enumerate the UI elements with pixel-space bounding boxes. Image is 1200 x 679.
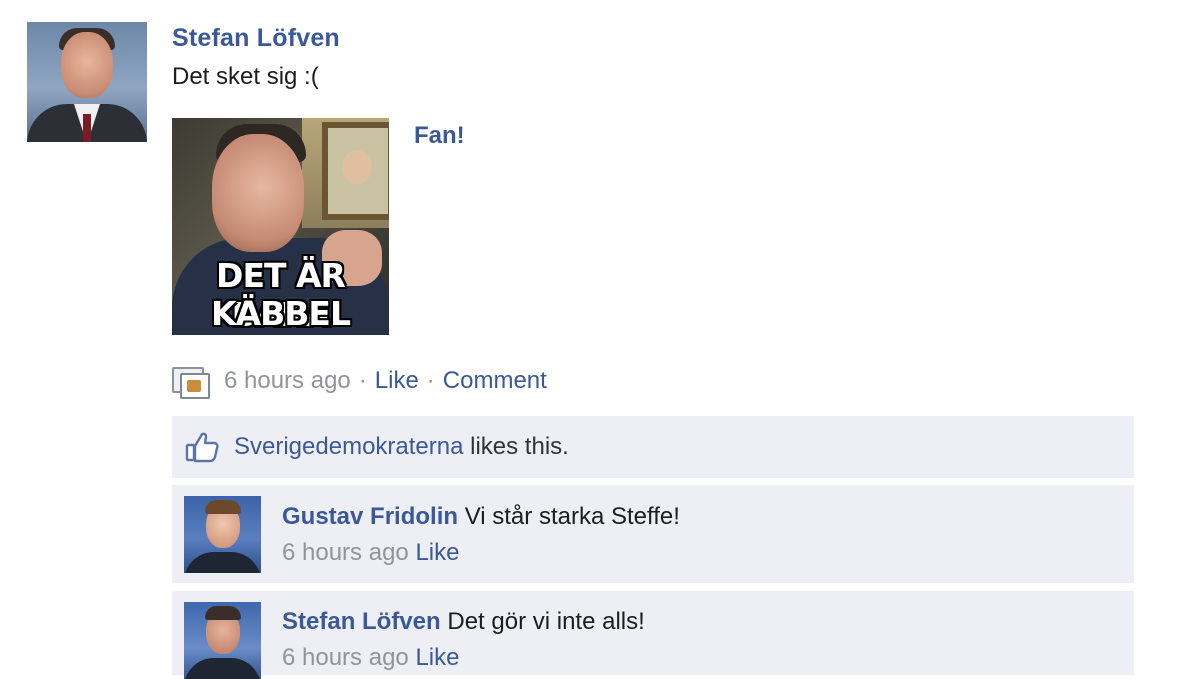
photos-icon: [172, 365, 210, 399]
comment-author-avatar[interactable]: [184, 496, 261, 573]
comment-author-name[interactable]: Gustav Fridolin: [282, 503, 458, 530]
meme-caption-line2: KÄBBEL: [211, 294, 351, 333]
avatar-tie: [83, 114, 91, 142]
comment-item: Gustav Fridolin Vi står starka Steffe! 6…: [172, 485, 1134, 583]
comment-like-link[interactable]: Like: [415, 539, 459, 566]
comment-content: Gustav Fridolin Vi står starka Steffe!: [282, 503, 680, 531]
meta-separator: ·: [358, 367, 367, 394]
avatar-hair: [205, 606, 241, 620]
avatar-suit: [184, 658, 261, 679]
likes-summary: Sverigedemokraterna likes this.: [172, 416, 1134, 478]
comment-author-name[interactable]: Stefan Löfven: [282, 608, 441, 635]
comment-timestamp[interactable]: 6 hours ago: [282, 539, 409, 566]
portrait-frame: [322, 122, 389, 220]
post-like-link[interactable]: Like: [375, 367, 419, 395]
comment-author-avatar[interactable]: [184, 602, 261, 679]
comment-timestamp[interactable]: 6 hours ago: [282, 644, 409, 671]
post-text: Det sket sig :(: [172, 63, 319, 90]
comment-content: Stefan Löfven Det gör vi inte alls!: [282, 608, 645, 636]
thumbs-up-icon: [184, 430, 220, 464]
avatar-hair: [205, 500, 241, 514]
post-author-name[interactable]: Stefan Löfven: [172, 24, 340, 53]
comment-meta: 6 hours ago Like: [282, 644, 459, 672]
post-author-avatar[interactable]: [27, 22, 147, 142]
attachment-image[interactable]: DET ÄR BARA KÄBBEL: [172, 118, 389, 335]
comment-meta: 6 hours ago Like: [282, 539, 459, 567]
avatar-suit: [184, 552, 261, 573]
comment-text: Det gör vi inte alls!: [447, 608, 645, 635]
post-timestamp[interactable]: 6 hours ago: [224, 367, 351, 395]
comment-text: Vi står starka Steffe!: [464, 503, 680, 530]
meta-separator: ·: [426, 367, 435, 394]
likes-suffix: likes this.: [470, 433, 569, 460]
post-meta-row: 6 hours ago · Like · Comment: [172, 364, 547, 399]
comment-item: Stefan Löfven Det gör vi inte alls! 6 ho…: [172, 591, 1134, 679]
liker-name-link[interactable]: Sverigedemokraterna: [234, 433, 463, 461]
attachment-title-link[interactable]: Fan!: [414, 122, 465, 150]
post-comment-link[interactable]: Comment: [443, 367, 547, 395]
avatar-head: [61, 32, 113, 98]
comment-like-link[interactable]: Like: [415, 644, 459, 671]
portrait-face: [342, 150, 372, 184]
person-face: [212, 134, 304, 252]
